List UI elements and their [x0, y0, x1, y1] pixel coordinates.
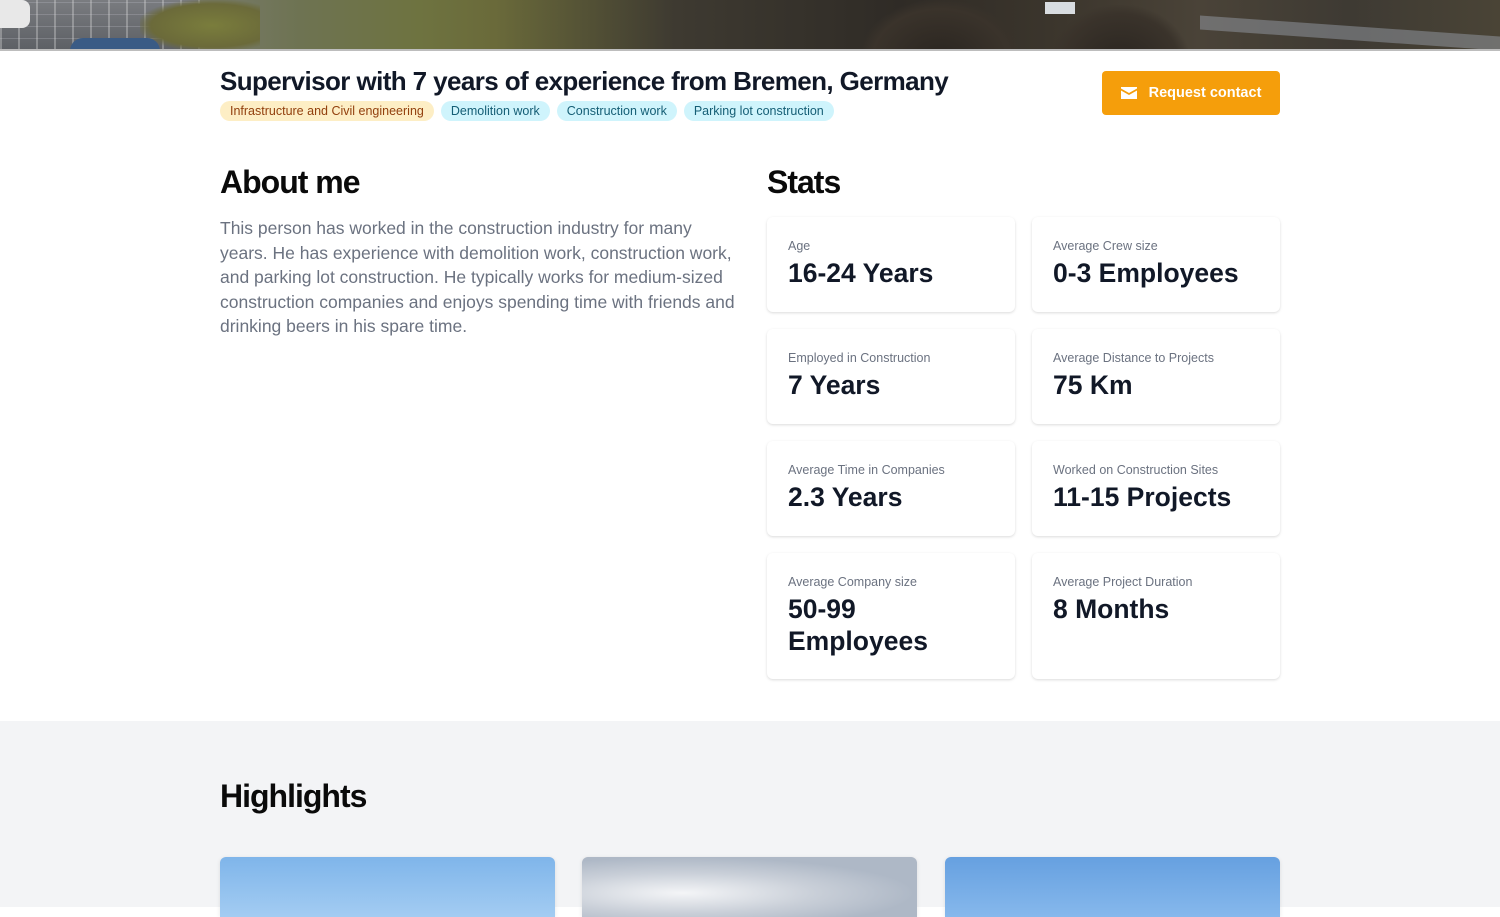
- stat-value: 75 Km: [1053, 370, 1133, 400]
- stat-label: Average Company size: [788, 575, 918, 589]
- stat-card-age: Age 16-24 Years: [767, 217, 1015, 312]
- stat-value: 11-15 Projects: [1053, 482, 1232, 512]
- tag-demolition: Demolition work: [440, 101, 550, 121]
- stat-value: 2.3 Years: [788, 482, 903, 512]
- about-title: About me: [220, 164, 361, 200]
- stat-label: Employed in Construction: [788, 351, 931, 365]
- stat-card-distance: Average Distance to Projects 75 Km: [1032, 329, 1280, 424]
- request-contact-button[interactable]: Request contact: [1102, 71, 1280, 115]
- stat-label: Average Distance to Projects: [1053, 351, 1214, 365]
- stat-card-crew-size: Average Crew size 0-3 Employees: [1032, 217, 1280, 312]
- stat-card-company-size: Average Company size 50-99 Employees: [767, 553, 1015, 679]
- hero-banner-image: [0, 0, 1500, 51]
- stats-title: Stats: [767, 164, 841, 200]
- stats-section: Stats Age 16-24 Years Average Crew size …: [767, 164, 1280, 679]
- stat-label: Age: [788, 239, 811, 253]
- stat-label: Average Crew size: [1053, 239, 1158, 253]
- stat-value: 8 Months: [1053, 594, 1170, 624]
- stat-card-sites: Worked on Construction Sites 11-15 Proje…: [1032, 441, 1280, 536]
- tag-construction: Construction work: [556, 101, 677, 121]
- tag-parking-lot: Parking lot construction: [683, 101, 834, 121]
- stats-grid: Age 16-24 Years Average Crew size 0-3 Em…: [767, 217, 1280, 679]
- stat-label: Worked on Construction Sites: [1053, 463, 1219, 477]
- stat-card-employed: Employed in Construction 7 Years: [767, 329, 1015, 424]
- stat-label: Average Project Duration: [1053, 575, 1193, 589]
- stat-value: 16-24 Years: [788, 258, 934, 288]
- tag-infrastructure: Infrastructure and Civil engineering: [220, 101, 434, 121]
- about-text: This person has worked in the constructi…: [220, 218, 735, 336]
- dirt-mound: [860, 0, 1020, 51]
- van-detail: [0, 0, 30, 28]
- request-contact-label: Request contact: [1148, 85, 1262, 101]
- about-section: About me This person has worked in the c…: [220, 164, 740, 339]
- site-road: [1200, 15, 1500, 51]
- stat-value: 0-3 Employees: [1053, 258, 1239, 288]
- highlight-card-image[interactable]: [582, 857, 917, 917]
- highlight-card-image[interactable]: [945, 857, 1280, 917]
- stat-value: 7 Years: [788, 370, 881, 400]
- stat-card-time-in-companies: Average Time in Companies 2.3 Years: [767, 441, 1015, 536]
- highlight-card-image[interactable]: [220, 857, 555, 917]
- highlights-title: Highlights: [220, 778, 367, 814]
- stat-label: Average Time in Companies: [788, 463, 945, 477]
- stat-value: 50-99 Employees: [788, 594, 928, 656]
- highlights-section: Highlights: [0, 721, 1500, 917]
- stat-card-project-duration: Average Project Duration 8 Months: [1032, 553, 1280, 679]
- envelope-icon: [1120, 87, 1137, 99]
- banner-edge: [0, 49, 1500, 51]
- dirt-mound: [1050, 5, 1190, 51]
